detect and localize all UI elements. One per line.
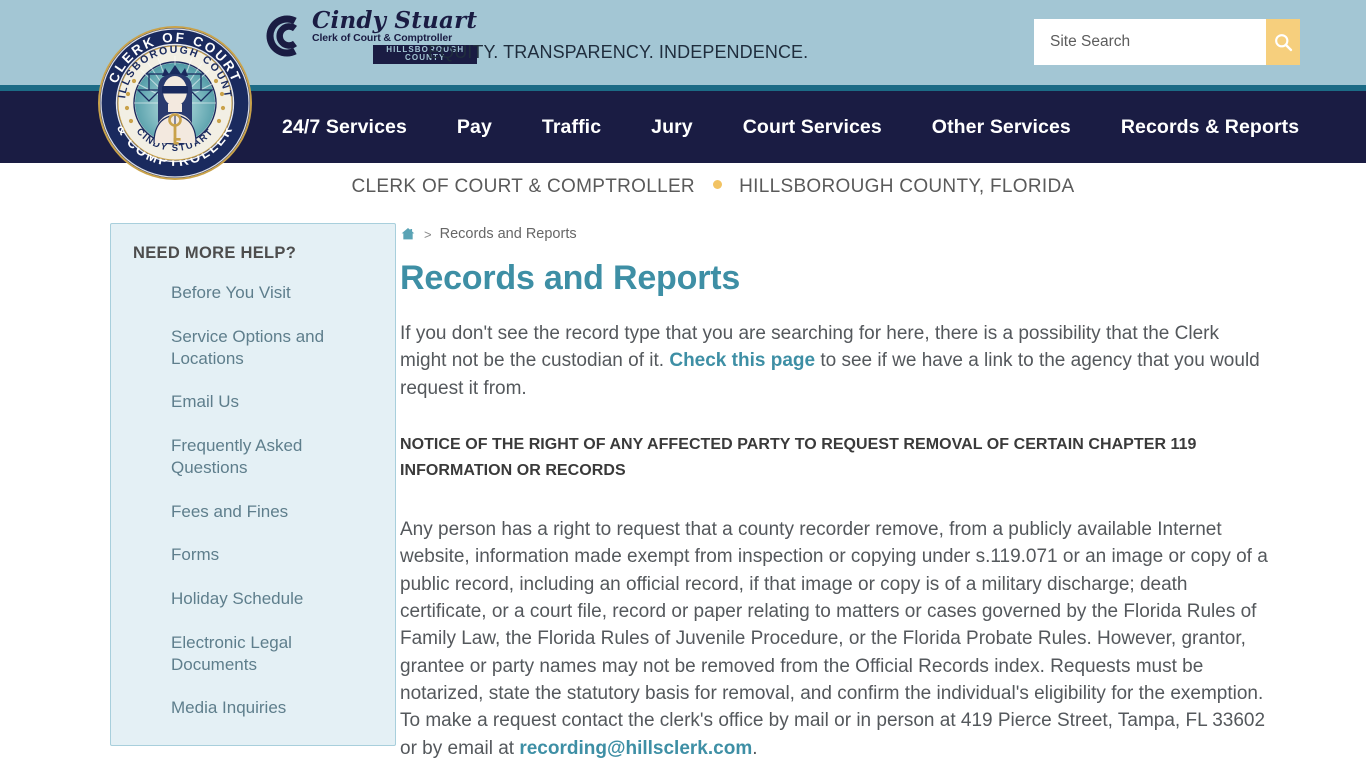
notice-heading: NOTICE OF THE RIGHT OF ANY AFFECTED PART… (400, 436, 1197, 479)
page-body: NEED MORE HELP? Before You Visit Service… (0, 211, 1366, 768)
nav-item-24-7-services[interactable]: 24/7 Services (282, 116, 407, 139)
nav-item-other-services[interactable]: Other Services (932, 116, 1071, 139)
notice-paragraph: Any person has a right to request that a… (400, 516, 1270, 762)
intro-paragraph: If you don't see the record type that yo… (400, 320, 1270, 402)
check-this-page-link[interactable]: Check this page (669, 350, 815, 371)
sidebar-item-service-options-locations[interactable]: Service Options and Locations (129, 326, 377, 370)
site-tagline: EQUITY. TRANSPARENCY. INDEPENDENCE. (428, 42, 809, 62)
nav-item-records-reports[interactable]: Records & Reports (1121, 116, 1299, 139)
sidebar-title: NEED MORE HELP? (133, 244, 297, 262)
nav-item-traffic[interactable]: Traffic (542, 116, 601, 139)
sidebar-item-media-inquiries[interactable]: Media Inquiries (129, 697, 377, 719)
search-input[interactable] (1034, 19, 1266, 65)
sidebar-item-email-us[interactable]: Email Us (129, 391, 377, 413)
need-more-help-box: NEED MORE HELP? Before You Visit Service… (110, 223, 396, 746)
main-navigation: 24/7 Services Pay Traffic Jury Court Ser… (0, 91, 1366, 163)
recording-email-link[interactable]: recording@hillsclerk.com (519, 738, 752, 759)
agency-location: HILLSBOROUGH COUNTY, FLORIDA (739, 176, 1075, 197)
sidebar-item-holiday-schedule[interactable]: Holiday Schedule (129, 588, 377, 610)
sidebar-item-before-you-visit[interactable]: Before You Visit (129, 282, 377, 304)
sidebar: NEED MORE HELP? Before You Visit Service… (0, 223, 400, 768)
agency-name: CLERK OF COURT & COMPTROLLER (351, 176, 695, 197)
brand-script-name: Cindy Stuart (312, 6, 478, 34)
site-header: Cindy Stuart Clerk of Court & Comptrolle… (0, 0, 1366, 85)
sidebar-item-forms[interactable]: Forms (129, 544, 377, 566)
nav-item-jury[interactable]: Jury (651, 116, 693, 139)
sidebar-item-fees-and-fines[interactable]: Fees and Fines (129, 501, 377, 523)
agency-subheader: CLERK OF COURT & COMPTROLLER HILLSBOROUG… (0, 163, 1366, 211)
main-content: > Records and Reports Records and Report… (400, 223, 1366, 768)
breadcrumb: > Records and Reports (400, 223, 1270, 245)
dot-separator-icon (712, 180, 722, 190)
agency-subheader-text: CLERK OF COURT & COMPTROLLER HILLSBOROUG… (352, 176, 1075, 198)
search-icon (1274, 33, 1292, 51)
c-monogram-icon (266, 15, 297, 57)
page-title: Records and Reports (400, 259, 741, 297)
site-search[interactable] (1034, 19, 1300, 65)
nav-item-pay[interactable]: Pay (457, 116, 492, 139)
notice-text-part2: . (752, 737, 758, 759)
sidebar-item-faq[interactable]: Frequently Asked Questions (129, 435, 377, 479)
breadcrumb-current: Records and Reports (439, 226, 577, 242)
notice-text-part1: Any person has a right to request that a… (400, 518, 1268, 759)
sidebar-item-electronic-legal-documents[interactable]: Electronic Legal Documents (129, 632, 377, 676)
breadcrumb-separator: > (424, 226, 432, 242)
nav-item-court-services[interactable]: Court Services (743, 116, 882, 139)
home-icon[interactable] (400, 226, 416, 242)
search-button[interactable] (1266, 19, 1300, 65)
